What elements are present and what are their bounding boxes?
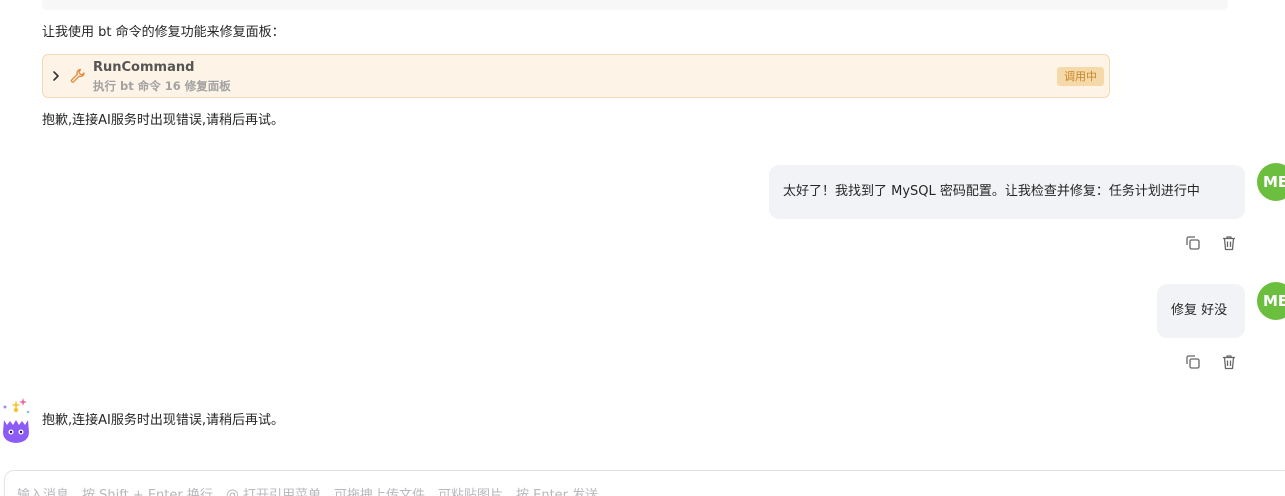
ai-avatar-icon [3, 398, 30, 443]
user-avatar: ME [1257, 163, 1285, 201]
tool-status-badge: 调用中 [1057, 67, 1104, 86]
message-input[interactable] [17, 484, 1217, 496]
message-composer[interactable] [4, 470, 1285, 496]
ai-error-message: 抱歉,连接AI服务时出现错误,请稍后再试。 [42, 413, 284, 428]
copy-icon[interactable] [1184, 353, 1202, 371]
user-message-bubble: 修复 好没 [1157, 284, 1245, 338]
wrench-icon [70, 68, 85, 83]
trash-icon[interactable] [1220, 234, 1238, 252]
previous-message-block [42, 0, 1228, 10]
ai-message-text: 让我使用 bt 命令的修复功能来修复面板： [42, 25, 285, 40]
trash-icon[interactable] [1220, 353, 1238, 371]
user-message-text: 太好了！我找到了 MySQL 密码配置。让我检查并修复：任务计划进行中 [783, 184, 1200, 199]
copy-icon[interactable] [1184, 234, 1202, 252]
tool-name: RunCommand [93, 60, 195, 75]
tool-description: 执行 bt 命令 16 修复面板 [93, 79, 231, 93]
tool-call-card[interactable]: RunCommand 执行 bt 命令 16 修复面板 调用中 [42, 54, 1110, 98]
chat-page: 让我使用 bt 命令的修复功能来修复面板： RunCommand 执行 bt 命… [0, 0, 1285, 496]
chevron-right-icon[interactable] [49, 68, 63, 84]
user-message-bubble: 太好了！我找到了 MySQL 密码配置。让我检查并修复：任务计划进行中 [769, 165, 1245, 219]
user-message-text: 修复 好没 [1171, 303, 1228, 318]
user-avatar: ME [1257, 282, 1285, 320]
ai-error-message: 抱歉,连接AI服务时出现错误,请稍后再试。 [42, 113, 284, 128]
